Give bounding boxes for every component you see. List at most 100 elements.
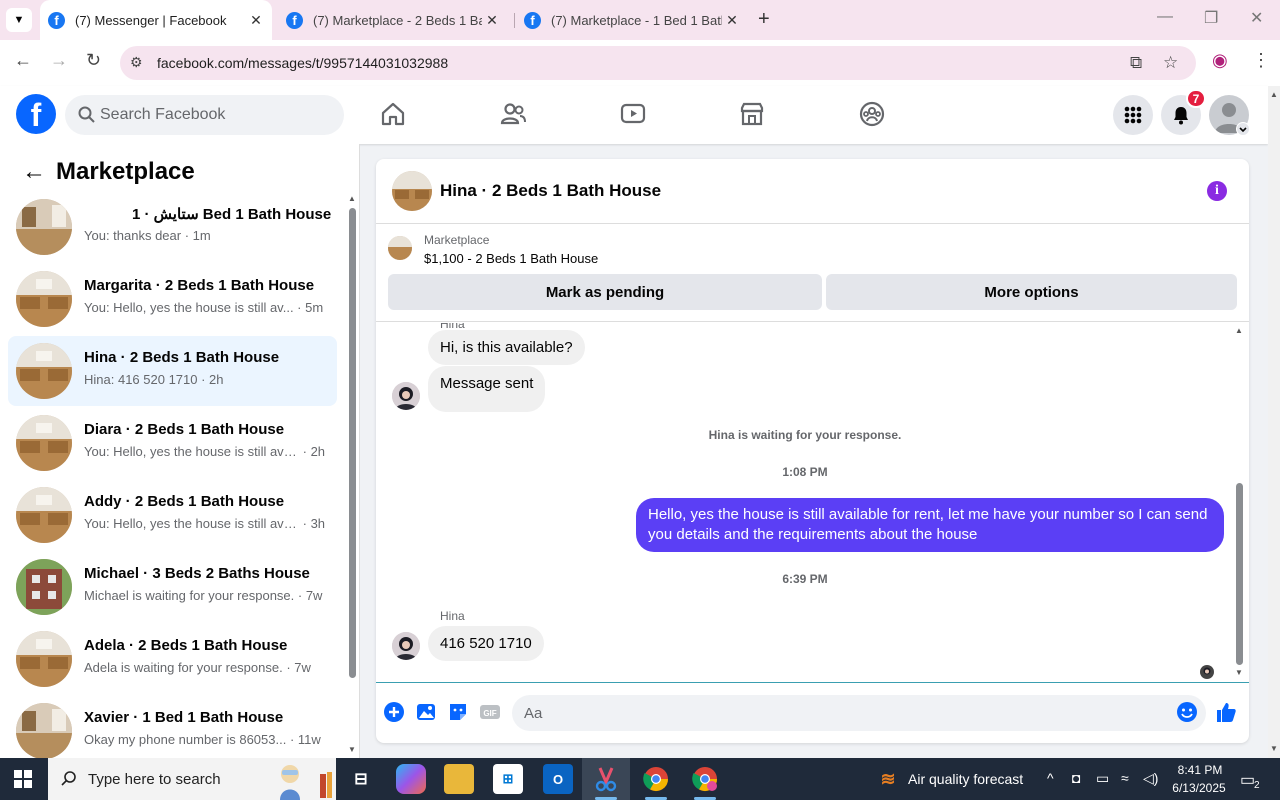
close-window-icon[interactable]: ✕ [1250, 8, 1263, 28]
windows-start-icon[interactable] [14, 770, 32, 788]
facebook-search[interactable] [65, 95, 344, 135]
facebook-favicon-icon: f [286, 11, 303, 29]
scroll-up-icon[interactable]: ▲ [1235, 326, 1243, 335]
conversation-item-active[interactable]: Hina · 2 Beds 1 Bath House Hina: 416 520… [8, 336, 337, 406]
microsoft-store-icon[interactable]: ⊞ [493, 764, 523, 794]
snipping-tool-icon[interactable] [591, 764, 621, 794]
tab-marketplace-2beds[interactable]: f (7) Marketplace - 2 Beds 1 Bath ✕ [278, 0, 508, 40]
close-tab-icon[interactable]: ✕ [246, 12, 266, 29]
facebook-favicon-icon: f [48, 11, 65, 29]
close-tab-icon[interactable]: ✕ [482, 12, 502, 29]
conversation-list-scrollbar[interactable] [349, 208, 356, 678]
bookmark-star-icon[interactable]: ☆ [1163, 53, 1178, 73]
taskbar-search[interactable]: Type here to search [48, 758, 336, 800]
chat-listing-avatar[interactable] [392, 171, 432, 211]
taskbar-search-placeholder: Type here to search [88, 771, 221, 788]
restore-icon[interactable]: ❐ [1204, 8, 1218, 28]
conversation-preview: You: Hello, yes the house is still avai.… [84, 516, 326, 531]
battery-icon[interactable]: ▭ [1096, 770, 1109, 787]
conversation-item[interactable]: ستايش · 1 Bed 1 Bath House You: thanks d… [8, 192, 337, 262]
weather-icon[interactable]: ≋ [873, 764, 903, 794]
more-options-button[interactable]: More options [826, 274, 1237, 310]
chrome-profile-icon[interactable] [690, 764, 720, 794]
scroll-down-icon[interactable]: ▼ [348, 745, 356, 754]
plus-icon[interactable] [382, 700, 406, 724]
clock-time[interactable]: 8:41 PM [1172, 763, 1228, 777]
task-view-icon[interactable]: ⊟ [346, 764, 376, 794]
meet-now-icon[interactable]: ◘ [1072, 770, 1080, 786]
clock-date[interactable]: 6/13/2025 [1168, 781, 1230, 795]
chat-title[interactable]: Hina · 2 Beds 1 Bath House [440, 181, 661, 201]
conversation-item[interactable]: Xavier · 1 Bed 1 Bath House Okay my phon… [8, 696, 337, 758]
conversation-item[interactable]: Addy · 2 Beds 1 Bath House You: Hello, y… [8, 480, 337, 550]
show-hidden-icons[interactable]: ^ [1047, 770, 1054, 786]
info-icon[interactable]: i [1207, 181, 1227, 201]
address-bar-row: ← → ↻ ⚙ facebook.com/messages/t/99571440… [0, 40, 1280, 86]
listing-thumbnail[interactable] [388, 236, 412, 260]
gif-icon[interactable]: GIF [478, 700, 502, 724]
scroll-down-icon[interactable]: ▼ [1235, 668, 1243, 677]
new-tab-icon[interactable]: + [758, 8, 770, 31]
listing-title[interactable]: $1,100 - 2 Beds 1 Bath House [424, 251, 598, 266]
site-settings-icon[interactable]: ⚙ [130, 54, 143, 71]
conversation-item[interactable]: Margarita · 2 Beds 1 Bath House You: Hel… [8, 264, 337, 334]
conversation-item[interactable]: Michael · 3 Beds 2 Baths House Michael i… [8, 552, 337, 622]
back-arrow-icon[interactable]: ← [22, 158, 56, 186]
message-scrollbar[interactable] [1236, 483, 1243, 665]
browser-menu-icon[interactable]: ⋮ [1252, 50, 1270, 71]
conversation-time: 1m [192, 228, 211, 243]
sender-avatar[interactable] [392, 632, 420, 660]
emoji-icon[interactable] [1175, 700, 1199, 724]
scroll-up-icon[interactable]: ▲ [348, 194, 356, 203]
facebook-logo-icon[interactable]: f [16, 94, 56, 134]
incoming-message[interactable]: 416 520 1710 [428, 626, 544, 661]
install-app-icon[interactable]: ⧉ [1130, 53, 1142, 73]
tab-separator [514, 13, 515, 28]
groups-icon[interactable] [858, 100, 886, 128]
profile-icon[interactable]: ◉ [1212, 50, 1228, 71]
omnibox[interactable]: ⚙ facebook.com/messages/t/99571440310329… [120, 46, 1196, 80]
browser-tab-bar: ▼ f (7) Messenger | Facebook ✕ f (7) Mar… [0, 0, 1280, 40]
sticker-icon[interactable] [446, 700, 470, 724]
menu-grid-button[interactable] [1113, 95, 1153, 135]
tab-search-button[interactable]: ▼ [6, 8, 32, 32]
chrome-icon[interactable] [641, 764, 671, 794]
back-arrow-icon[interactable]: ← [14, 50, 32, 71]
outgoing-message[interactable]: Hello, yes the house is still available … [636, 498, 1224, 552]
conversation-time: 5m [305, 300, 324, 315]
conversation-item[interactable]: Diara · 2 Beds 1 Bath House You: Hello, … [8, 408, 337, 478]
tab-messenger[interactable]: f (7) Messenger | Facebook ✕ [40, 0, 272, 40]
wifi-icon[interactable]: ≈ [1121, 770, 1129, 786]
file-explorer-icon[interactable] [444, 764, 474, 794]
message-input[interactable] [512, 695, 1206, 731]
listing-thumbnail [16, 631, 72, 687]
mark-as-pending-button[interactable]: Mark as pending [388, 274, 822, 310]
outlook-icon[interactable]: O [543, 764, 573, 794]
minimize-icon[interactable]: — [1157, 8, 1173, 26]
volume-icon[interactable]: ◁) [1143, 770, 1158, 787]
friends-icon[interactable] [499, 100, 527, 128]
copilot-icon[interactable] [396, 764, 426, 794]
reload-icon[interactable]: ↻ [86, 50, 101, 71]
conversation-preview: Adela is waiting for your response. · 7w [84, 660, 311, 675]
search-highlight-icon [280, 765, 332, 800]
tab-marketplace-1bed[interactable]: f (7) Marketplace - 1 Bed 1 Bath ✕ [516, 0, 748, 40]
home-icon[interactable] [379, 100, 407, 128]
thumbs-up-icon[interactable] [1214, 700, 1238, 724]
notification-center-icon[interactable]: ▭ [1240, 770, 1255, 790]
search-input[interactable] [100, 95, 330, 135]
video-icon[interactable] [619, 100, 647, 128]
incoming-message[interactable]: Hi, is this available? [428, 330, 585, 365]
marketplace-icon[interactable] [738, 100, 766, 128]
url-text[interactable]: facebook.com/messages/t/9957144031032988 [157, 55, 448, 71]
close-tab-icon[interactable]: ✕ [722, 12, 742, 29]
incoming-message[interactable]: Message sent [428, 366, 546, 412]
sender-avatar[interactable] [392, 382, 420, 410]
photo-icon[interactable] [414, 700, 438, 724]
forward-arrow-icon[interactable]: → [50, 50, 68, 71]
account-chevron-icon[interactable] [1236, 122, 1250, 136]
timestamp: 1:08 PM [782, 465, 828, 479]
page-scrollbar[interactable]: ▲ ▼ [1268, 86, 1280, 758]
weather-text[interactable]: Air quality forecast [908, 771, 1023, 787]
conversation-item[interactable]: Adela · 2 Beds 1 Bath House Adela is wai… [8, 624, 337, 694]
